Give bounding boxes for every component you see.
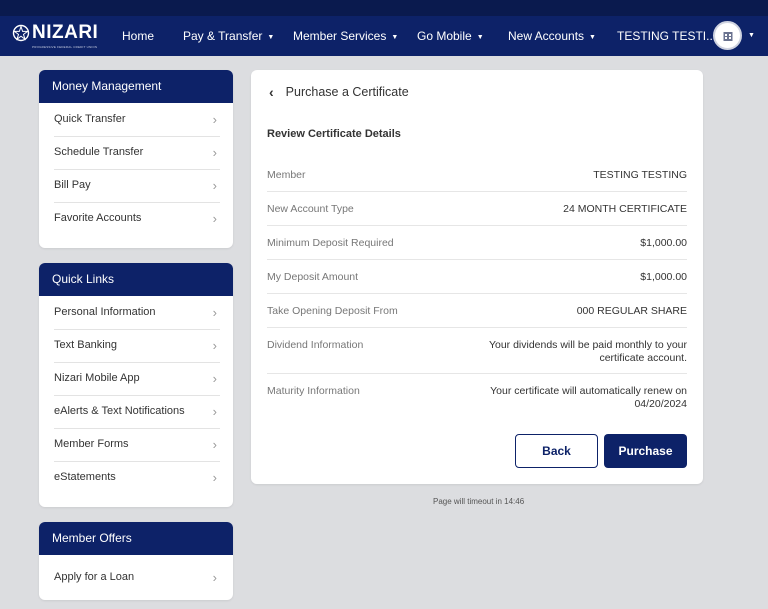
chevron-left-icon[interactable]: ‹ xyxy=(269,84,274,100)
nav-user-name[interactable]: TESTING TESTI... xyxy=(617,16,716,56)
detail-value: $1,000.00 xyxy=(640,237,687,249)
detail-label: My Deposit Amount xyxy=(267,271,359,283)
chevron-right-icon: › xyxy=(212,570,217,585)
nav-go-mobile-label: Go Mobile xyxy=(417,29,472,43)
sidebar-item-label: Text Banking xyxy=(54,339,117,351)
detail-value-line: certificate account. xyxy=(599,351,687,364)
divider xyxy=(267,259,687,260)
sidebar-item-text-banking[interactable]: Text Banking › xyxy=(39,329,233,362)
sidebar-item-label: Nizari Mobile App xyxy=(54,372,140,384)
detail-label: Member xyxy=(267,169,306,181)
account-menu-caret-icon[interactable]: ▼ xyxy=(748,16,755,56)
detail-label: New Account Type xyxy=(267,203,354,215)
sidebar-item-label: Favorite Accounts xyxy=(54,212,142,224)
top-navbar: NIZARI PROGRESSIVE FEDERAL CREDIT UNION … xyxy=(0,16,768,56)
money-management-title: Money Management xyxy=(39,70,233,103)
sidebar-item-label: Quick Transfer xyxy=(54,113,126,125)
nav-member-services-label: Member Services xyxy=(293,29,387,43)
sidebar-item-personal-information[interactable]: Personal Information › xyxy=(39,296,233,329)
chevron-right-icon: › xyxy=(212,145,217,160)
nav-pay-transfer[interactable]: Pay & Transfer ▼ xyxy=(183,16,274,56)
sidebar-item-estatements[interactable]: eStatements › xyxy=(39,461,233,494)
sidebar-item-favorite-accounts[interactable]: Favorite Accounts › xyxy=(39,202,233,235)
detail-value: Your certificate will automatically rene… xyxy=(490,385,687,410)
sidebar-item-bill-pay[interactable]: Bill Pay › xyxy=(39,169,233,202)
caret-down-icon: ▼ xyxy=(267,34,275,41)
caret-down-icon: ▼ xyxy=(391,34,399,41)
chevron-right-icon: › xyxy=(212,112,217,127)
logo-emblem-icon xyxy=(12,24,30,42)
purchase-button[interactable]: Purchase xyxy=(604,434,687,468)
detail-value: $1,000.00 xyxy=(640,271,687,283)
detail-value-line: Your certificate will automatically rene… xyxy=(490,385,687,397)
sidebar-item-label: Schedule Transfer xyxy=(54,146,144,158)
detail-value: Your dividends will be paid monthly to y… xyxy=(489,339,687,364)
divider xyxy=(267,327,687,328)
caret-down-icon: ▼ xyxy=(476,34,484,41)
purchase-certificate-card: ‹ Purchase a Certificate Review Certific… xyxy=(251,70,703,484)
building-icon xyxy=(723,31,732,41)
sidebar-item-label: Member Forms xyxy=(54,438,129,450)
brand-tagline: PROGRESSIVE FEDERAL CREDIT UNION xyxy=(32,45,98,49)
nav-new-accounts[interactable]: New Accounts ▼ xyxy=(508,16,596,56)
nav-pay-transfer-label: Pay & Transfer xyxy=(183,29,263,43)
nav-go-mobile[interactable]: Go Mobile ▼ xyxy=(417,16,484,56)
back-button[interactable]: Back xyxy=(515,434,598,468)
nav-new-accounts-label: New Accounts xyxy=(508,29,585,43)
quick-links-title: Quick Links xyxy=(39,263,233,296)
divider xyxy=(267,293,687,294)
sidebar-item-mobile-app[interactable]: Nizari Mobile App › xyxy=(39,362,233,395)
nav-home-label: Home xyxy=(122,29,155,43)
sidebar-item-label: Bill Pay xyxy=(54,179,91,191)
divider xyxy=(267,191,687,192)
divider xyxy=(267,225,687,226)
detail-value-line: 04/20/2024 xyxy=(634,397,687,410)
chevron-right-icon: › xyxy=(212,470,217,485)
sidebar-item-label: eStatements xyxy=(54,471,116,483)
chevron-right-icon: › xyxy=(212,305,217,320)
sidebar-item-apply-loan[interactable]: Apply for a Loan › xyxy=(39,555,233,600)
top-strip xyxy=(0,0,768,16)
brand-name: NIZARI xyxy=(32,22,99,43)
chevron-right-icon: › xyxy=(212,437,217,452)
chevron-right-icon: › xyxy=(212,211,217,226)
quick-links-card: Quick Links Personal Information › Text B… xyxy=(39,263,233,507)
sidebar-item-label: eAlerts & Text Notifications xyxy=(54,405,185,417)
chevron-right-icon: › xyxy=(212,371,217,386)
chevron-right-icon: › xyxy=(212,338,217,353)
money-management-card: Money Management Quick Transfer › Schedul… xyxy=(39,70,233,248)
sidebar-item-member-forms[interactable]: Member Forms › xyxy=(39,428,233,461)
member-offers-title: Member Offers xyxy=(39,522,233,555)
section-title: Review Certificate Details xyxy=(267,128,401,140)
nav-home[interactable]: Home xyxy=(122,16,154,56)
page-title-row: ‹ Purchase a Certificate xyxy=(269,84,409,100)
session-timeout-text: Page will timeout in 14:46 xyxy=(433,497,525,506)
detail-label: Dividend Information xyxy=(267,339,364,351)
chevron-right-icon: › xyxy=(212,178,217,193)
detail-value-line: Your dividends will be paid monthly to y… xyxy=(488,339,687,351)
sidebar-item-label: Apply for a Loan xyxy=(54,571,135,583)
brand-logo[interactable]: NIZARI PROGRESSIVE FEDERAL CREDIT UNION xyxy=(12,22,99,49)
detail-value: 000 REGULAR SHARE xyxy=(576,305,687,317)
detail-label: Minimum Deposit Required xyxy=(267,237,394,249)
detail-value: TESTING TESTING xyxy=(593,169,687,181)
nav-user-name-label: TESTING TESTI... xyxy=(617,29,717,43)
divider xyxy=(267,373,687,374)
detail-label: Maturity Information xyxy=(267,385,360,397)
avatar[interactable] xyxy=(713,21,742,50)
sidebar-item-quick-transfer[interactable]: Quick Transfer › xyxy=(39,103,233,136)
page-title: Purchase a Certificate xyxy=(285,85,409,99)
member-offers-card: Member Offers Apply for a Loan › xyxy=(39,522,233,600)
sidebar-item-ealerts[interactable]: eAlerts & Text Notifications › xyxy=(39,395,233,428)
chevron-right-icon: › xyxy=(212,404,217,419)
detail-value: 24 MONTH CERTIFICATE xyxy=(563,203,687,215)
nav-member-services[interactable]: Member Services ▼ xyxy=(293,16,398,56)
caret-down-icon: ▼ xyxy=(589,34,596,41)
sidebar-item-label: Personal Information xyxy=(54,306,156,318)
sidebar-item-schedule-transfer[interactable]: Schedule Transfer › xyxy=(39,136,233,169)
detail-label: Take Opening Deposit From xyxy=(267,305,398,317)
